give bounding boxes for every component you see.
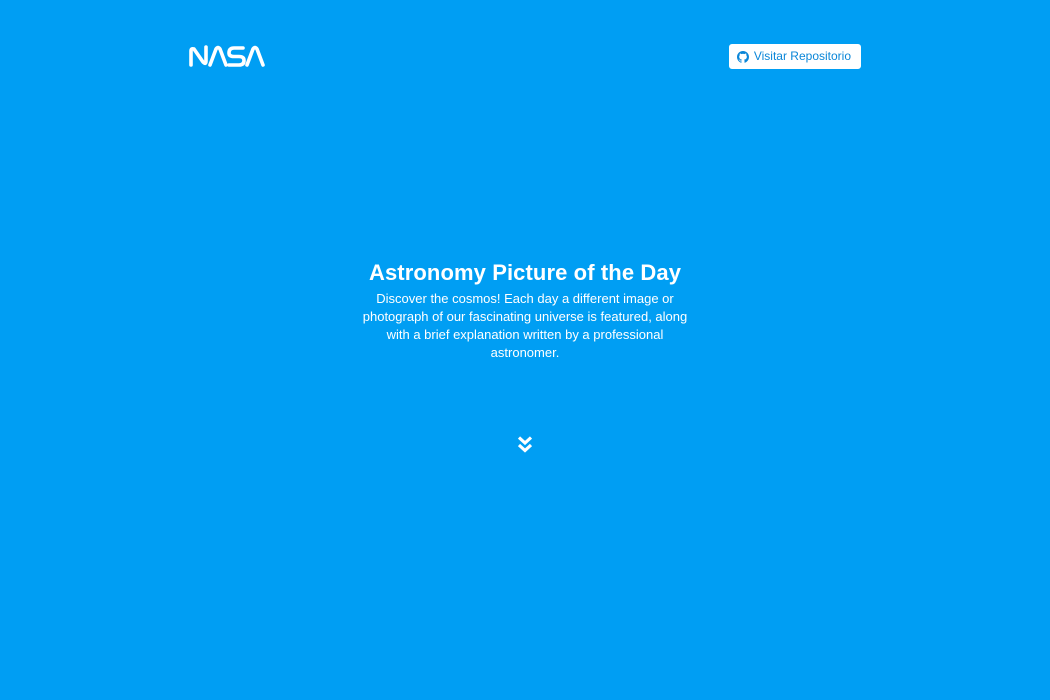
page-description: Discover the cosmos! Each day a differen… xyxy=(362,291,688,360)
scroll-down-button[interactable] xyxy=(516,434,534,454)
page: Visitar Repositorio Astronomy Picture of… xyxy=(0,0,1050,700)
page-title: Astronomy Picture of the Day xyxy=(368,260,682,285)
nasa-logo[interactable] xyxy=(189,45,267,67)
double-chevron-down-icon xyxy=(517,435,533,453)
visit-repository-label: Visitar Repositorio xyxy=(753,49,851,63)
visit-repository-button[interactable]: Visitar Repositorio xyxy=(728,44,861,69)
header: Visitar Repositorio xyxy=(189,44,861,70)
github-icon xyxy=(736,50,749,63)
hero: Astronomy Picture of the Day Discover th… xyxy=(0,258,1050,362)
nasa-worm-logo-icon xyxy=(189,45,265,67)
